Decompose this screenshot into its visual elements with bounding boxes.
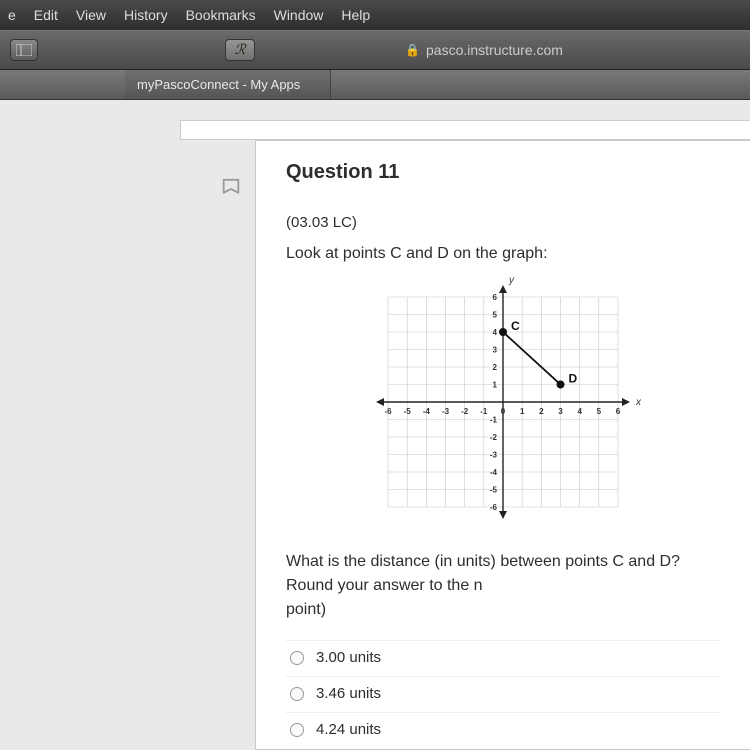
svg-text:-6: -6	[490, 503, 498, 512]
svg-text:5: 5	[493, 311, 498, 320]
svg-text:3: 3	[558, 407, 563, 416]
answer-list: 3.00 units 3.46 units 4.24 units	[286, 640, 720, 746]
answer-option[interactable]: 3.46 units	[286, 676, 720, 710]
flag-icon[interactable]	[220, 178, 242, 204]
background-panel-edge	[180, 120, 750, 140]
menu-item-history[interactable]: History	[124, 7, 168, 23]
question-title: Question 11	[286, 161, 720, 184]
answer-option[interactable]: 4.24 units	[286, 712, 720, 746]
reader-mode-button[interactable]: ℛ	[225, 39, 255, 61]
menu-item-edit[interactable]: Edit	[34, 7, 58, 23]
question-code: (03.03 LC)	[286, 214, 720, 231]
svg-text:x: x	[635, 397, 642, 408]
radio-icon[interactable]	[290, 723, 304, 737]
svg-text:4: 4	[577, 407, 582, 416]
svg-text:1: 1	[493, 381, 498, 390]
svg-text:6: 6	[493, 293, 498, 302]
url-text: pasco.instructure.com	[426, 42, 563, 58]
svg-text:-6: -6	[384, 407, 392, 416]
svg-text:C: C	[511, 319, 520, 333]
svg-text:1: 1	[520, 407, 525, 416]
svg-text:-5: -5	[404, 407, 412, 416]
svg-text:3: 3	[493, 346, 498, 355]
svg-text:-5: -5	[490, 486, 498, 495]
address-bar[interactable]: 🔒 pasco.instructure.com	[405, 42, 563, 58]
radio-icon[interactable]	[290, 687, 304, 701]
question-text: What is the distance (in units) between …	[286, 550, 720, 622]
svg-text:-2: -2	[490, 433, 498, 442]
answer-label: 4.24 units	[316, 721, 381, 738]
browser-tab[interactable]: myPascoConnect - My Apps	[125, 70, 331, 99]
tab-bar: myPascoConnect - My Apps	[0, 70, 750, 100]
menu-item-view[interactable]: View	[76, 7, 106, 23]
browser-toolbar: ℛ 🔒 pasco.instructure.com	[0, 30, 750, 70]
svg-text:-4: -4	[490, 468, 498, 477]
svg-text:-3: -3	[490, 451, 498, 460]
sidebar-toggle-button[interactable]	[10, 39, 38, 61]
os-menu-bar: e Edit View History Bookmarks Window Hel…	[0, 0, 750, 30]
svg-text:5: 5	[597, 407, 602, 416]
svg-text:2: 2	[539, 407, 544, 416]
menu-item-window[interactable]: Window	[274, 7, 324, 23]
svg-text:4: 4	[493, 328, 498, 337]
svg-text:-3: -3	[442, 407, 450, 416]
answer-label: 3.00 units	[316, 649, 381, 666]
svg-text:-2: -2	[461, 407, 469, 416]
question-panel: Question 11 (03.03 LC) Look at points C …	[255, 140, 750, 750]
tab-title: myPascoConnect - My Apps	[137, 77, 300, 92]
answer-label: 3.46 units	[316, 685, 381, 702]
menu-item-app[interactable]: e	[8, 7, 16, 23]
menu-item-bookmarks[interactable]: Bookmarks	[186, 7, 256, 23]
svg-text:6: 6	[616, 407, 621, 416]
svg-text:-1: -1	[490, 416, 498, 425]
svg-text:0: 0	[501, 407, 506, 416]
svg-text:y: y	[508, 277, 515, 286]
page-content: Question 11 (03.03 LC) Look at points C …	[0, 100, 750, 750]
menu-item-help[interactable]: Help	[341, 7, 370, 23]
svg-text:-4: -4	[423, 407, 431, 416]
svg-text:D: D	[569, 372, 578, 386]
lock-icon: 🔒	[405, 43, 420, 57]
radio-icon[interactable]	[290, 651, 304, 665]
question-prompt: Look at points C and D on the graph:	[286, 245, 720, 263]
coordinate-graph: -6-5-4-3-2-10123456-6-5-4-3-2-1123456xyC…	[358, 277, 648, 532]
svg-text:2: 2	[493, 363, 498, 372]
answer-option[interactable]: 3.00 units	[286, 640, 720, 674]
svg-text:-1: -1	[480, 407, 488, 416]
